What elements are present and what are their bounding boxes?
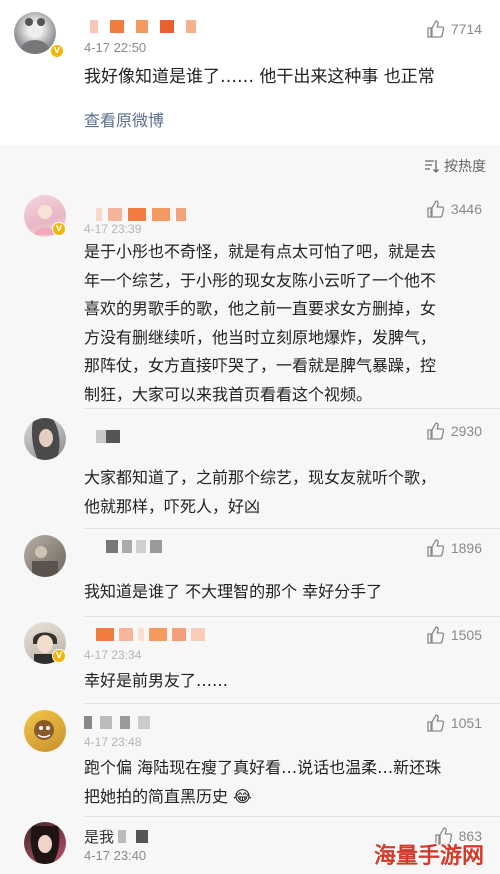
blurred-username	[96, 628, 226, 641]
comment-line: 跑个偏 海陆现在瘦了真好看…说话也温柔…新还珠	[84, 758, 442, 777]
comment-line: ……	[84, 862, 116, 874]
comment-time: 4-17 23:34	[84, 648, 142, 662]
comment-like-count: 1051	[450, 715, 482, 731]
verified-badge-icon: V	[50, 44, 64, 58]
commenter-avatar[interactable]	[24, 418, 66, 460]
divider	[84, 408, 500, 409]
comment-time: 4-17 23:39	[84, 222, 142, 236]
divider	[84, 816, 500, 817]
thumbs-up-icon	[427, 20, 445, 38]
blurred-username	[118, 830, 168, 843]
comment-like-button[interactable]: 3446	[425, 199, 482, 219]
comment-text: 我知道是谁了 不大理智的那个 幸好分手了	[84, 578, 382, 607]
divider	[84, 616, 500, 617]
commenter-name-prefix: 是我	[84, 828, 115, 846]
commenter-avatar[interactable]	[24, 535, 66, 577]
divider	[84, 528, 500, 529]
sort-by-heat-button[interactable]: 按热度	[424, 156, 486, 176]
thumbs-up-icon	[427, 714, 445, 732]
post-time: 4-17 22:50	[84, 40, 147, 55]
blurred-username	[90, 20, 250, 33]
comment-text: ……	[84, 862, 116, 874]
comment-like-button[interactable]: 1896	[425, 538, 482, 558]
comment-like-button[interactable]: 1505	[425, 625, 482, 645]
comment-line: 大家都知道了，之前那个综艺，现女友就听个歌，	[84, 468, 437, 487]
blurred-username	[106, 540, 166, 553]
comment-line: 喜欢的男歌手的歌，他之前一直要求女方删掉，女	[84, 299, 437, 318]
thumbs-up-icon	[427, 626, 445, 644]
comment-line: 幸好是前男友了……	[84, 671, 229, 690]
thumbs-up-icon	[427, 422, 445, 440]
comment-like-count: 1896	[450, 540, 482, 556]
blurred-username	[96, 430, 126, 443]
blurred-username	[96, 208, 226, 221]
post-text: 我好像知道是谁了…… 他干出来这种事 也正常	[84, 67, 435, 87]
site-watermark: 海量手游网	[374, 844, 485, 869]
comment-line: 年一个综艺，于小彤的现女友陈小云听了一个他不	[84, 270, 437, 290]
comment-like-count: 1505	[450, 627, 482, 643]
comment-like-count: 3446	[450, 201, 482, 217]
divider	[84, 703, 500, 704]
comment-line: 他就那样，吓死人，好凶	[84, 496, 261, 516]
comment-like-button[interactable]: 1051	[425, 713, 482, 733]
comment-line: 制狂，大家可以来我首页看看这个视频。	[84, 384, 373, 404]
commenter-avatar[interactable]	[24, 822, 66, 864]
commenter-avatar[interactable]	[24, 710, 66, 752]
post-like-count: 7714	[450, 21, 482, 37]
sort-icon	[425, 160, 439, 173]
comment-like-count: 2930	[450, 423, 482, 439]
comment-line: 那阵仗，女方直接吓哭了，一看就是脾气暴躁，控	[84, 356, 437, 375]
comment-text: 跑个偏 海陆现在瘦了真好看…说话也温柔…新还珠 把她拍的简直黑历史 😂	[84, 754, 441, 811]
comment-time: 4-17 23:40	[84, 848, 147, 863]
thumbs-up-icon	[427, 200, 445, 218]
comment-line: 是于小彤也不奇怪，就是有点太可怕了吧，就是去	[84, 242, 437, 261]
verified-badge-icon: V	[52, 649, 66, 663]
comment-like-button[interactable]: 2930	[425, 421, 482, 441]
view-original-link[interactable]: 查看原微博	[84, 107, 164, 131]
comment-line: 把她拍的简直黑历史 😂	[84, 786, 252, 806]
blurred-username	[84, 716, 164, 729]
original-post: V 4-17 22:50 7714 我好像知道是谁了…… 他干出来这种事 也正常…	[0, 0, 500, 145]
comment-time: 4-17 23:48	[84, 735, 142, 749]
comment-line: 我知道是谁了 不大理智的那个 幸好分手了	[84, 582, 383, 601]
post-like-button[interactable]: 7714	[425, 19, 482, 39]
comment-text: 大家都知道了，之前那个综艺，现女友就听个歌， 他就那样，吓死人，好凶	[84, 464, 436, 521]
verified-badge-icon: V	[52, 222, 66, 236]
comment-text: 幸好是前男友了……	[84, 667, 228, 696]
sort-label: 按热度	[444, 159, 486, 175]
comment-text: 是于小彤也不奇怪，就是有点太可怕了吧，就是去 年一个综艺，于小彤的现女友陈小云听…	[84, 238, 436, 409]
comment-line: 方没有删继续听，他当时立刻原地爆炸，发脾气，	[84, 327, 437, 347]
thumbs-up-icon	[427, 539, 445, 557]
